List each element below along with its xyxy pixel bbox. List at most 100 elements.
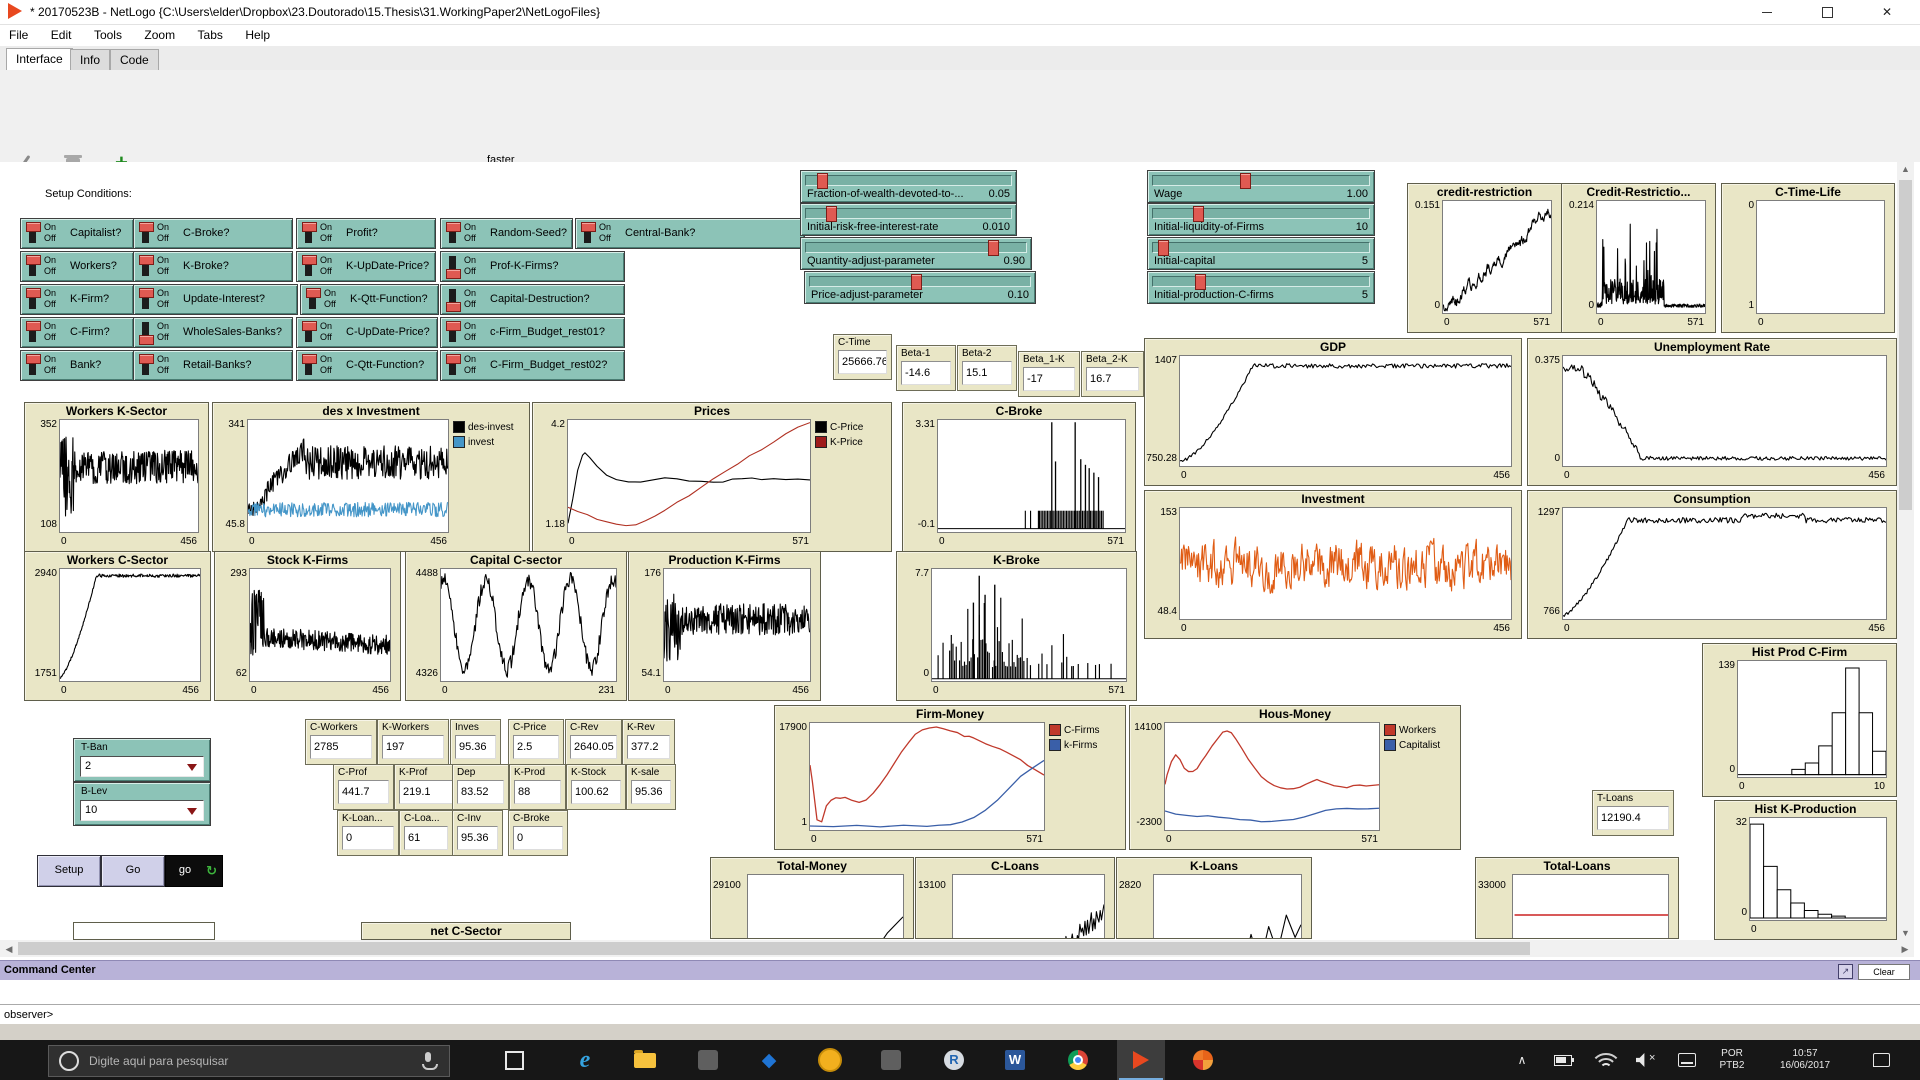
switch-workers[interactable]: On Off Workers? [20, 251, 134, 282]
switch-toggle-handle[interactable] [581, 222, 596, 232]
switch-toggle-handle[interactable] [306, 288, 321, 298]
switch-c-firm-budget-rest01[interactable]: On Off c-Firm_Budget_rest01? [440, 317, 625, 348]
slider-quantity-adjust-parameter[interactable]: Quantity-adjust-parameter 0.90 [800, 237, 1032, 270]
slider-fraction-of-wealth[interactable]: Fraction-of-wealth-devoted-to-... 0.05 [800, 170, 1017, 203]
app-generic-2[interactable] [867, 1040, 915, 1080]
switch-toggle-handle[interactable] [26, 255, 41, 265]
tray-speaker-muted-icon[interactable]: × [1630, 1040, 1664, 1080]
horizontal-scroll-thumb[interactable] [18, 942, 1530, 955]
app-dropbox[interactable]: ◆ [745, 1040, 793, 1080]
vertical-scroll-thumb[interactable] [1899, 180, 1912, 510]
switch-toggle-handle[interactable] [26, 354, 41, 364]
menu-edit[interactable]: Edit [42, 25, 81, 42]
tray-wifi-icon[interactable] [1588, 1040, 1622, 1080]
tray-ime-icon[interactable] [1672, 1040, 1702, 1080]
slider-handle[interactable] [910, 274, 922, 290]
switch-toggle-handle[interactable] [139, 288, 154, 298]
tab-code[interactable]: Code [110, 49, 159, 70]
app-photos[interactable] [1179, 1040, 1227, 1080]
menu-tools[interactable]: Tools [85, 25, 131, 42]
switch-toggle-handle[interactable] [446, 222, 461, 232]
switch-profit[interactable]: On Off Profit? [296, 218, 436, 249]
switch-central-bank[interactable]: On Off Central-Bank? [575, 218, 805, 249]
horizontal-scrollbar[interactable]: ◀ ▶ [0, 940, 1914, 957]
slider-initial-liquidity-of-firms[interactable]: Initial-liquidity-of-Firms 10 [1147, 203, 1375, 236]
tray-battery-icon[interactable] [1548, 1040, 1578, 1080]
taskbar-search[interactable]: Digite aqui para pesquisar [48, 1045, 450, 1077]
switch-c-firm[interactable]: On Off C-Firm? [20, 317, 134, 348]
menu-zoom[interactable]: Zoom [135, 25, 184, 42]
switch-update-interest[interactable]: On Off Update-Interest? [133, 284, 298, 315]
slider-price-adjust-parameter[interactable]: Price-adjust-parameter 0.10 [804, 271, 1036, 304]
button-go-forever[interactable]: go ↻ [165, 855, 223, 887]
switch-toggle-handle[interactable] [302, 222, 317, 232]
scroll-left-icon[interactable]: ◀ [2, 944, 16, 955]
switch-c-update-price[interactable]: On Off C-UpDate-Price? [296, 317, 438, 348]
switch-toggle-handle[interactable] [139, 255, 154, 265]
switch-toggle-handle[interactable] [139, 222, 154, 232]
chooser-value-box[interactable]: 2 [80, 756, 204, 777]
button-go[interactable]: Go [101, 855, 165, 887]
scroll-right-icon[interactable]: ▶ [1898, 944, 1912, 955]
expand-icon[interactable]: ↗ [1838, 964, 1853, 979]
app-netlogo[interactable] [1117, 1040, 1165, 1080]
app-file-explorer[interactable] [621, 1040, 669, 1080]
observer-prompt-row[interactable]: observer> [0, 1004, 1920, 1025]
switch-k-qtt-function[interactable]: On Off K-Qtt-Function? [300, 284, 439, 315]
switch-wholesales-banks[interactable]: On Off WholeSales-Banks? [133, 317, 293, 348]
tray-clock[interactable]: 10:57 16/06/2017 [1762, 1040, 1848, 1080]
switch-c-firm-budget-rest02[interactable]: On Off C-Firm_Budget_rest02? [440, 350, 625, 381]
command-center-header[interactable]: Command Center ↗ Clear [0, 960, 1920, 981]
maximize-button[interactable] [1804, 0, 1850, 24]
menu-tabs[interactable]: Tabs [189, 25, 232, 42]
app-r[interactable]: R [930, 1040, 978, 1080]
switch-bank[interactable]: On Off Bank? [20, 350, 134, 381]
tray-notification-icon[interactable] [1864, 1040, 1898, 1080]
switch-capitalist[interactable]: On Off Capitalist? [20, 218, 134, 249]
close-button[interactable]: ✕ [1864, 0, 1910, 24]
slider-handle[interactable] [988, 240, 1000, 256]
microphone-icon[interactable] [425, 1052, 431, 1062]
menu-help[interactable]: Help [236, 25, 279, 42]
app-chrome[interactable] [1054, 1040, 1102, 1080]
slider-handle[interactable] [1194, 274, 1206, 290]
switch-toggle-handle[interactable] [302, 255, 317, 265]
clear-button[interactable]: Clear [1858, 964, 1910, 980]
switch-toggle-handle[interactable] [446, 354, 461, 364]
switch-c-broke[interactable]: On Off C-Broke? [133, 218, 293, 249]
slider-handle[interactable] [816, 173, 828, 189]
switch-retail-banks[interactable]: On Off Retail-Banks? [133, 350, 293, 381]
scroll-down-icon[interactable]: ▼ [1897, 928, 1914, 938]
tab-interface[interactable]: Interface [6, 48, 73, 71]
vertical-scrollbar[interactable]: ▲ ▼ [1897, 162, 1914, 940]
switch-k-firm[interactable]: On Off K-Firm? [20, 284, 134, 315]
app-generic-1[interactable] [684, 1040, 732, 1080]
switch-toggle-handle[interactable] [302, 321, 317, 331]
scroll-up-icon[interactable]: ▲ [1897, 164, 1914, 174]
tray-language-indicator[interactable]: POR PTB2 [1710, 1040, 1754, 1080]
switch-toggle-handle[interactable] [26, 288, 41, 298]
slider-initial-risk-free-interest-rate[interactable]: Initial-risk-free-interest-rate 0.010 [800, 203, 1017, 236]
switch-toggle-handle[interactable] [446, 269, 461, 279]
chooser-t-ban[interactable]: T-Ban 2 [73, 738, 211, 782]
switch-capital-destruction[interactable]: On Off Capital-Destruction? [440, 284, 625, 315]
switch-c-qtt-function[interactable]: On Off C-Qtt-Function? [296, 350, 438, 381]
switch-random-seed[interactable]: On Off Random-Seed? [440, 218, 573, 249]
button-setup[interactable]: Setup [37, 855, 101, 887]
slider-handle[interactable] [826, 206, 838, 222]
slider-wage[interactable]: Wage 1.00 [1147, 170, 1375, 203]
menu-file[interactable]: File [0, 25, 37, 42]
switch-toggle-handle[interactable] [446, 321, 461, 331]
slider-handle[interactable] [1158, 240, 1170, 256]
switch-toggle-handle[interactable] [26, 321, 41, 331]
switch-toggle-handle[interactable] [139, 335, 154, 345]
chooser-value-box[interactable]: 10 [80, 800, 204, 821]
minimize-button[interactable] [1744, 0, 1790, 24]
chooser-b-lev[interactable]: B-Lev 10 [73, 782, 211, 826]
app-word[interactable]: W [991, 1040, 1039, 1080]
slider-initial-production-c-firms[interactable]: Initial-production-C-firms 5 [1147, 271, 1375, 304]
switch-k-update-price[interactable]: On Off K-UpDate-Price? [296, 251, 436, 282]
slider-handle[interactable] [1239, 173, 1251, 189]
app-edge[interactable]: e [561, 1040, 609, 1080]
slider-initial-capital[interactable]: Initial-capital 5 [1147, 237, 1375, 270]
